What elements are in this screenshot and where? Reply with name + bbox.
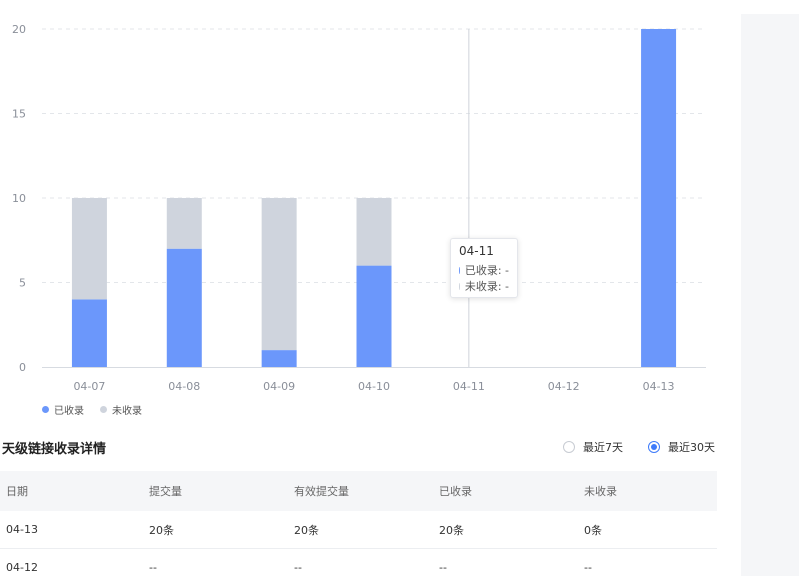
cell-valid-submitted: 20条 [294,523,319,537]
cell-date: 04-12 [6,561,38,574]
section-title: 天级链接收录详情 [2,442,107,457]
radio-circle-30-days[interactable] [648,441,660,453]
table-header-row: 日期 提交量 有效提交量 已收录 未收录 [0,471,717,511]
y-tick-label: 5 [19,277,26,290]
x-tick-label: 04-13 [643,380,675,393]
x-tick-label: 04-08 [168,380,200,393]
bar-indexed [261,350,297,367]
bar-indexed [356,265,392,367]
th-date: 日期 [6,485,28,498]
cell-indexed: -- [439,561,447,574]
y-tick-label: 0 [19,361,26,374]
x-tick-label: 04-07 [73,380,105,393]
tooltip-dot-indexed [459,266,460,274]
legend-label-not-indexed: 未收录 [112,406,142,417]
bar-indexed [71,299,107,367]
bar-not-indexed [261,198,297,351]
legend-item-indexed[interactable]: 已收录 [42,402,84,417]
tooltip-row-indexed: 已收录: - [459,262,509,278]
bar-not-indexed [71,198,107,300]
x-tick-label: 04-09 [263,380,295,393]
tooltip-label-not-indexed: 未收录: - [464,280,509,293]
tooltip-label-indexed: 已收录: - [464,264,509,277]
cell-not-indexed: -- [584,561,592,574]
bar-indexed [166,248,202,367]
cell-indexed: 20条 [439,523,464,537]
table-row: 04-13 20条 20条 20条 0条 [0,511,717,549]
chart-legend: 已收录 未收录 [42,402,158,417]
th-valid-submitted: 有效提交量 [294,485,349,498]
radio-last-30-days[interactable]: 最近30天 [648,439,715,455]
bar-not-indexed [166,198,202,249]
th-not-indexed: 未收录 [584,485,617,498]
tooltip-row-not-indexed: 未收录: - [459,278,509,294]
legend-label-indexed: 已收录 [54,406,84,417]
legend-dot-not-indexed [100,406,107,413]
cell-submitted: 20条 [149,523,174,537]
y-tick-label: 20 [12,23,26,36]
table-row: 04-12 -- -- -- -- [0,549,717,576]
radio-label-7-days: 最近7天 [583,441,623,454]
x-tick-label: 04-10 [358,380,390,393]
radio-circle-7-days[interactable] [563,441,575,453]
tooltip-dot-not-indexed [459,282,460,290]
tooltip-title: 04-11 [459,244,494,258]
bar-chart: 0 5 10 15 20 04-07 04-08 04-09 04-10 04-11 04-12 04… [12,23,706,393]
legend-item-not-indexed[interactable]: 未收录 [100,402,142,417]
chart-tooltip: 04-11 已收录: - 未收录: - [450,238,518,298]
th-indexed: 已收录 [439,485,472,498]
y-tick-label: 15 [12,108,26,121]
cell-valid-submitted: -- [294,561,302,574]
legend-dot-indexed [42,406,49,413]
range-radio-group: 最近7天 最近30天 [563,439,715,455]
page: 0 5 10 15 20 04-07 04-08 04-09 04-10 04-11 04-12 04… [0,0,799,576]
cell-date: 04-13 [6,523,38,536]
bar-not-indexed [356,198,392,266]
y-tick-label: 10 [12,192,26,205]
x-tick-label: 04-12 [548,380,580,393]
bar-indexed [641,29,677,367]
th-submitted: 提交量 [149,485,182,498]
right-side-panel [741,14,799,576]
cell-submitted: -- [149,561,157,574]
x-tick-label: 04-11 [453,380,485,393]
radio-label-30-days: 最近30天 [668,441,715,454]
detail-table: 日期 提交量 有效提交量 已收录 未收录 04-13 20条 20条 20条 0… [0,471,717,576]
cell-not-indexed: 0条 [584,523,602,537]
radio-last-7-days[interactable]: 最近7天 [563,439,623,455]
